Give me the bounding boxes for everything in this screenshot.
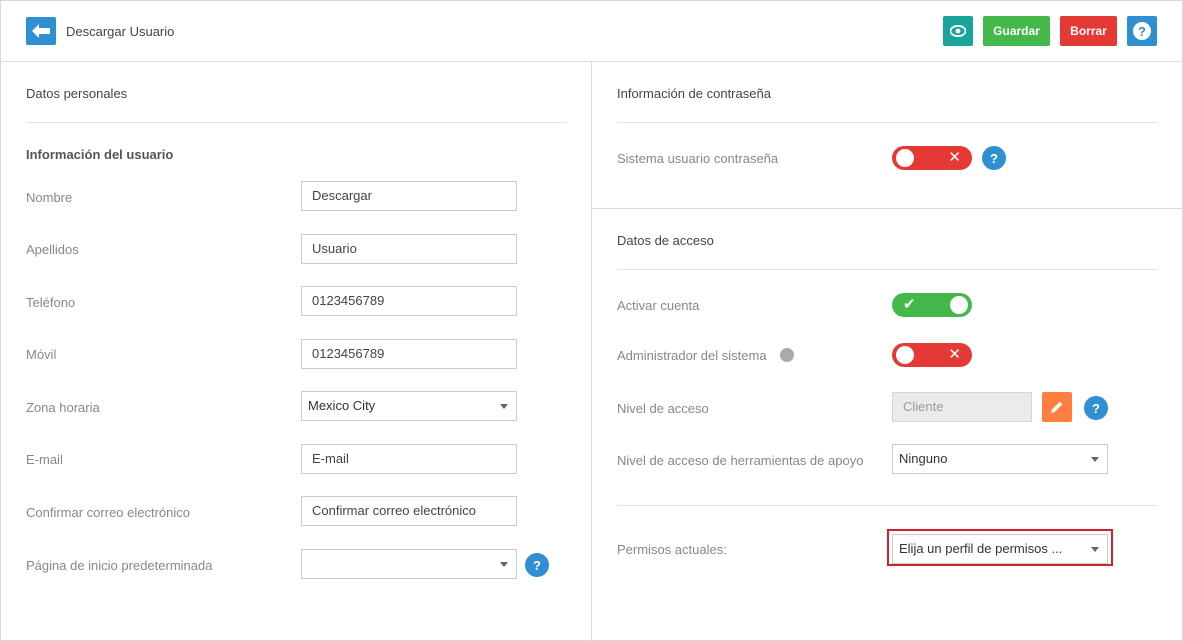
page-header: Descargar Usuario Guardar Borrar ? [0,0,1183,62]
label-pagina-inicio: Página de inicio predeterminada [26,558,213,573]
page-title: Descargar Usuario [66,24,175,39]
check-icon: ✔ [903,296,916,313]
help-icon[interactable]: ? [525,553,549,577]
section-rule [26,122,567,123]
label-activar-cuenta: Activar cuenta [617,298,700,313]
save-button[interactable]: Guardar [983,16,1050,46]
x-icon: ✕ [948,346,961,363]
help-button[interactable]: ? [1127,16,1157,46]
zona-horaria-select[interactable]: Mexico City [301,391,517,421]
chevron-down-icon [1091,457,1099,462]
subheading-user-info: Información del usuario [26,147,174,162]
activar-cuenta-toggle[interactable]: ✔ [892,293,972,317]
chevron-down-icon [1091,547,1099,552]
herramientas-value: Ninguno [899,451,948,466]
toggle-knob [896,149,914,167]
confirm-email-field[interactable]: Confirmar correo electrónico [301,496,517,526]
herramientas-select[interactable]: Ninguno [892,444,1108,474]
section-title-access: Datos de acceso [617,233,714,248]
pagina-inicio-select[interactable] [301,549,517,579]
label-zona-horaria: Zona horaria [26,400,100,415]
label-nivel-acceso: Nivel de acceso [617,401,709,416]
chevron-down-icon [500,562,508,567]
telefono-input[interactable]: 0123456789 [301,286,517,316]
toggle-knob [896,346,914,364]
info-icon[interactable] [780,348,794,362]
section-divider [592,208,1183,209]
pencil-icon [1051,401,1063,413]
back-button[interactable] [26,17,56,45]
label-sistema-contrasena: Sistema usuario contraseña [617,151,779,166]
nombre-input[interactable]: Descargar [301,181,517,211]
administrador-toggle[interactable]: ✕ [892,343,972,367]
permisos-value: Elija un perfil de permisos ... [899,541,1063,556]
zona-horaria-value: Mexico City [308,398,376,413]
edit-button[interactable] [1042,392,1072,422]
section-rule [617,122,1157,123]
section-title-password: Información de contraseña [617,86,771,101]
question-icon: ? [1133,22,1151,40]
apellidos-input[interactable]: Usuario [301,234,517,264]
email-field[interactable]: E-mail [301,444,517,474]
section-rule [617,269,1157,270]
sistema-contrasena-toggle[interactable]: ✕ [892,146,972,170]
delete-button[interactable]: Borrar [1060,16,1117,46]
chevron-down-icon [500,404,508,409]
section-rule [617,505,1157,506]
label-email: E-mail [26,452,63,467]
view-button[interactable] [943,16,973,46]
x-icon: ✕ [948,149,961,166]
label-permisos: Permisos actuales: [617,542,727,557]
label-telefono: Teléfono [26,295,76,310]
movil-input[interactable]: 0123456789 [301,339,517,369]
label-administrador: Administrador del sistema [617,348,767,363]
label-herramientas: Nivel de acceso de herramientas de apoyo [617,453,864,468]
toggle-knob [950,296,968,314]
panel-divider [591,62,592,641]
section-title-personal: Datos personales [26,86,128,101]
permisos-select[interactable]: Elija un perfil de permisos ... [892,534,1108,564]
label-nombre: Nombre [26,190,73,205]
label-movil: Móvil [26,347,57,362]
help-icon[interactable]: ? [1084,396,1108,420]
nivel-acceso-field: Cliente [892,392,1032,422]
arrow-left-icon [32,24,50,38]
eye-icon [950,25,966,37]
help-icon[interactable]: ? [982,146,1006,170]
label-apellidos: Apellidos [26,242,79,257]
label-confirmar-email: Confirmar correo electrónico [26,505,191,520]
